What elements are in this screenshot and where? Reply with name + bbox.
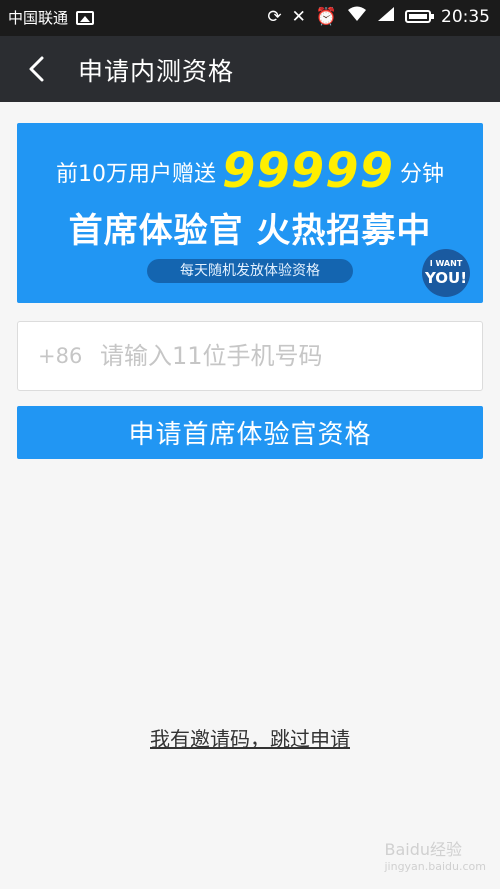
invite-code-skip-link[interactable]: 我有邀请码，跳过申请 [0, 723, 500, 752]
signal-icon [377, 6, 395, 27]
phone-field: +86 [17, 321, 483, 391]
carrier-label: 中国联通 [8, 9, 69, 27]
status-bar: 中国联通 ⟳ ✕ ⏰ 20:35 [0, 0, 500, 36]
watermark: Baidu经验 jingyan.baidu.com [384, 836, 486, 873]
banner-offer-suffix: 分钟 [399, 162, 444, 187]
app-bar: 申请内测资格 [0, 36, 500, 102]
wifi-icon [347, 6, 367, 27]
banner-offer: 前10万用户赠送 99999 分钟 [17, 143, 483, 199]
apply-button[interactable]: 申请首席体验官资格 [17, 406, 483, 459]
battery-icon [405, 10, 434, 23]
alarm-icon: ⏰ [315, 6, 337, 27]
badge-top-text: I WANT [429, 259, 463, 268]
watermark-sub: jingyan.baidu.com [384, 860, 486, 873]
sync-icon: ⟳ [267, 6, 282, 27]
i-want-you-badge: I WANT YOU! [422, 249, 470, 297]
country-code: +86 [38, 344, 83, 368]
mute-icon: ✕ [291, 6, 306, 27]
banner-offer-prefix: 前10万用户赠送 [55, 162, 216, 187]
phone-input[interactable] [100, 334, 470, 378]
clock: 20:35 [441, 6, 490, 27]
back-button[interactable] [22, 54, 52, 84]
promo-banner: 前10万用户赠送 99999 分钟 首席体验官 火热招募中 每天随机发放体验资格 I… [17, 123, 483, 303]
banner-offer-number: 99999 [221, 143, 394, 199]
page-title: 申请内测资格 [78, 57, 235, 86]
chevron-left-icon [29, 56, 44, 82]
banner-pill: 每天随机发放体验资格 [147, 259, 353, 283]
image-icon [76, 10, 95, 25]
banner-headline: 首席体验官 火热招募中 [68, 211, 432, 251]
badge-bottom-text: YOU! [424, 269, 468, 287]
watermark-text: Baidu经验 [384, 840, 463, 859]
